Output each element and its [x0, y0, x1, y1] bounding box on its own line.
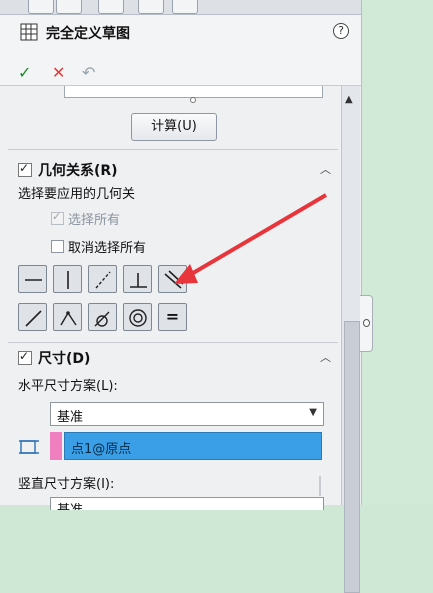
dimensions-section-title: 尺寸(D): [38, 351, 91, 367]
undo-icon[interactable]: ↶: [82, 63, 95, 82]
origin-selection-field[interactable]: 点1@原点: [64, 432, 322, 460]
midpoint-icon: [60, 311, 77, 326]
perpendicular-icon: [130, 273, 147, 288]
property-manager-panel: 完全定义草图 ? ✓ ✕ ↶ 计算(U) 几何关系(R) ︿ 选择要应用的几何关…: [0, 0, 361, 593]
select-all-checkbox: [51, 210, 64, 225]
tab-configuration-manager[interactable]: [98, 0, 124, 14]
perpendicular-relation-button[interactable]: [123, 265, 152, 293]
deselect-all-label: 取消选择所有: [68, 241, 147, 256]
tangent-arc-icon: [94, 311, 110, 327]
horizontal-scheme-label: 水平尺寸方案(L):: [18, 379, 118, 394]
origin-selection-value: 点1@原点: [71, 442, 132, 457]
sketch-grid-icon: [20, 23, 38, 41]
parallel-relation-button[interactable]: [158, 265, 187, 293]
check-icon[interactable]: ✓: [18, 63, 31, 82]
parallel-icon: [164, 270, 184, 289]
horizontal-scheme-value: 基准: [57, 410, 84, 425]
relations-section-checkbox[interactable]: [18, 161, 32, 177]
field-border: [319, 476, 321, 496]
resize-handle[interactable]: [190, 97, 196, 103]
diagonal-line-icon: [25, 310, 42, 327]
panel-collapse-handle[interactable]: [360, 295, 373, 352]
relations-section-title: 几何关系(R): [38, 163, 118, 179]
tangent-arc-relation-button[interactable]: [88, 303, 117, 331]
tab-bar: [0, 0, 361, 15]
entities-listbox[interactable]: [64, 86, 323, 103]
close-icon[interactable]: ✕: [52, 63, 65, 82]
concentric-icon: [129, 309, 147, 327]
tab-dimxpert[interactable]: [138, 0, 164, 14]
chevron-up-icon[interactable]: ︿: [320, 349, 331, 365]
tab-property-manager[interactable]: [56, 0, 82, 14]
scrollbar-thumb[interactable]: [344, 321, 360, 593]
panel-scrollbar[interactable]: ▲: [341, 86, 360, 593]
vertical-line-icon: [67, 271, 69, 289]
deselect-all-checkbox[interactable]: [51, 240, 64, 253]
select-all-label: 选择所有: [68, 213, 121, 228]
scroll-up-icon[interactable]: ▲: [345, 94, 353, 105]
midpoint-relation-button[interactable]: [53, 303, 82, 331]
tab-display-manager[interactable]: [172, 0, 198, 14]
concentric-relation-button[interactable]: [123, 303, 152, 331]
horizontal-scheme-dropdown[interactable]: 基准 ▼: [50, 402, 324, 426]
page-title: 完全定义草图: [46, 26, 130, 42]
origin-selection-icon: [19, 440, 39, 454]
vertical-scheme-dropdown[interactable]: 基准: [50, 497, 324, 510]
section-divider: [8, 342, 338, 343]
vertical-relation-button[interactable]: [53, 265, 82, 293]
section-divider: [8, 149, 338, 150]
horizontal-relation-button[interactable]: [18, 265, 47, 293]
chevron-up-icon[interactable]: ︿: [320, 161, 331, 177]
vertical-scheme-label: 竖直尺寸方案(I):: [18, 477, 115, 492]
help-icon[interactable]: ?: [333, 23, 349, 39]
tab-feature-manager[interactable]: [28, 0, 54, 14]
panel-header: 完全定义草图 ? ✓ ✕ ↶: [0, 15, 361, 86]
relations-description: 选择要应用的几何关: [18, 187, 136, 202]
dropdown-arrow-icon: ▼: [309, 407, 317, 418]
graphics-area[interactable]: [361, 0, 433, 505]
selection-color-swatch: [50, 432, 62, 460]
collinear-relation-button[interactable]: [88, 265, 117, 293]
horizontal-line-icon: [25, 279, 42, 281]
collinear-icon: [95, 271, 111, 289]
dimensions-section-checkbox[interactable]: [18, 349, 32, 365]
equal-relation-button[interactable]: =: [158, 303, 187, 331]
tangent-relation-button[interactable]: [18, 303, 47, 331]
calculate-button[interactable]: 计算(U): [131, 113, 217, 141]
